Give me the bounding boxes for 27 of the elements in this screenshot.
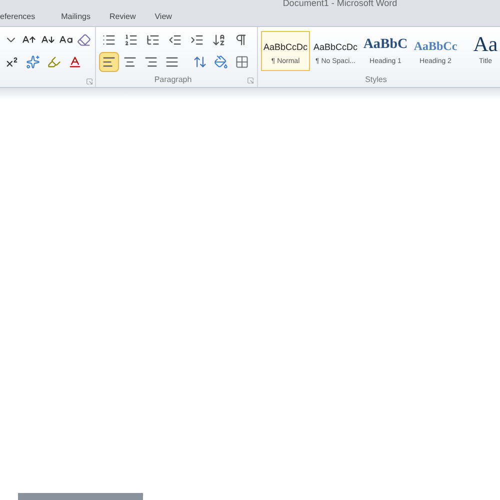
align-left-icon bbox=[102, 55, 116, 69]
ribbon-tab[interactable]: eferences bbox=[0, 9, 44, 25]
highlighter-icon bbox=[47, 55, 61, 69]
ribbon-tab[interactable]: Review bbox=[101, 9, 144, 25]
dialog-launcher-icon[interactable] bbox=[247, 76, 254, 84]
align-left-button[interactable] bbox=[99, 52, 119, 72]
dialog-launcher-icon[interactable] bbox=[86, 78, 93, 85]
group-label: Paragraph bbox=[153, 74, 193, 86]
multilevel-list-icon bbox=[146, 33, 160, 47]
align-right-icon bbox=[144, 55, 158, 69]
ribbon-tab[interactable]: View bbox=[146, 9, 180, 25]
justify-icon bbox=[165, 55, 179, 69]
borders-icon bbox=[235, 55, 249, 69]
eraser-icon bbox=[77, 33, 92, 47]
font-color-icon bbox=[68, 55, 82, 69]
numbered-list-icon bbox=[124, 33, 138, 47]
ribbon-tab[interactable]: Mailings bbox=[53, 9, 98, 25]
shading-icon bbox=[214, 55, 228, 69]
align-center-icon bbox=[123, 55, 137, 69]
superscript-icon bbox=[5, 55, 19, 69]
decrease-indent-icon bbox=[168, 33, 182, 47]
group-label: Styles bbox=[364, 74, 388, 86]
increase-indent-icon bbox=[190, 33, 204, 47]
show-marks-icon bbox=[234, 33, 248, 47]
sort-icon bbox=[212, 33, 226, 47]
text-effects-icon bbox=[26, 55, 40, 69]
line-spacing-icon bbox=[193, 55, 207, 69]
